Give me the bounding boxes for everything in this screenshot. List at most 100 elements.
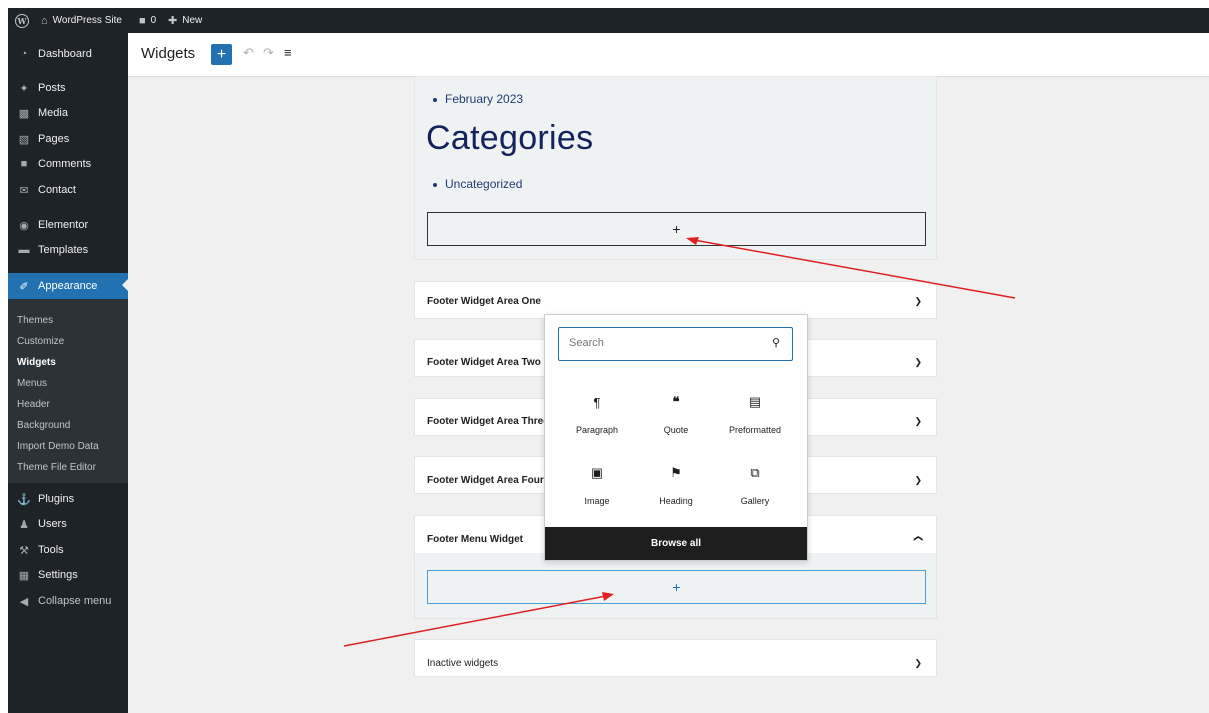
block-item-label: Gallery	[740, 496, 770, 506]
sidebar-item-label: Dashboard	[38, 48, 92, 60]
folder-icon: ▬	[18, 244, 30, 256]
sidebar-item-elementor[interactable]: ◉ Elementor	[8, 213, 128, 237]
pages-icon: ▧	[18, 133, 30, 146]
paragraph-icon: ¶	[593, 394, 601, 410]
sidebar-item-pages[interactable]: ▧ Pages	[8, 127, 128, 151]
widget-area-title: Footer Widget Area One	[427, 296, 541, 307]
submenu-item-background[interactable]: Background	[17, 420, 70, 431]
sidebar-item-label: Settings	[38, 569, 78, 581]
plus-icon: +	[216, 45, 227, 63]
sidebar-item-label: Plugins	[38, 493, 75, 505]
sidebar-item-label: Elementor	[38, 219, 89, 231]
sidebar-item-tools[interactable]: ⚒ Tools	[8, 538, 128, 562]
sidebar-item-label: Users	[38, 518, 67, 530]
block-search-input[interactable]	[569, 337, 749, 349]
collapse-menu-button[interactable]: ◀ Collapse menu	[8, 589, 128, 613]
admin-bar: W ⌂ WordPress Site ■ 0 ✚ New	[8, 8, 1209, 33]
category-list-item[interactable]: Uncategorized	[432, 177, 522, 191]
image-icon: ▣	[590, 465, 604, 480]
comments-link[interactable]: ■ 0	[139, 8, 156, 33]
submenu-item-menus[interactable]: Menus	[17, 378, 47, 389]
site-name-label: WordPress Site	[52, 15, 122, 26]
archive-list-item[interactable]: February 2023	[432, 92, 523, 106]
widget-area-inactive[interactable]: Inactive widgets ❯	[414, 639, 937, 677]
elementor-icon: ◉	[19, 219, 29, 232]
sidebar-item-label: Pages	[38, 133, 70, 145]
comment-bubble-icon: ■	[139, 14, 146, 27]
sidebar-item-label: Templates	[38, 244, 89, 256]
widget-area-title: Inactive widgets	[427, 658, 499, 669]
sidebar-item-label: Comments	[38, 158, 92, 170]
collapse-icon: ◀	[19, 595, 29, 608]
block-item-heading[interactable]: ⚑ Heading	[636, 464, 716, 506]
undo-icon[interactable]: ↶	[243, 45, 254, 61]
sidebar-item-label: Posts	[38, 82, 66, 94]
block-search-box[interactable]: ⚲	[558, 327, 793, 361]
add-block-button[interactable]: +	[427, 570, 926, 604]
block-item-quote[interactable]: ❝ Quote	[636, 393, 716, 435]
submenu-item-themes[interactable]: Themes	[17, 315, 53, 326]
sidebar-item-media[interactable]: ▩ Media	[8, 101, 128, 125]
categories-heading[interactable]: Categories	[426, 119, 593, 158]
widgets-header-toolbar: Widgets + ↶ ↷ ≡	[128, 33, 1209, 77]
appearance-submenu: Themes Customize Widgets Menus Header Ba…	[8, 299, 128, 483]
sidebar-item-dashboard[interactable]: ◔ Dashboard	[8, 42, 128, 66]
chevron-down-icon[interactable]: ❯	[914, 658, 922, 669]
list-view-icon[interactable]: ≡	[284, 45, 292, 60]
sidebar-item-comments[interactable]: ■ Comments	[8, 152, 128, 176]
widget-area-title: Footer Menu Widget	[427, 534, 524, 545]
block-item-image[interactable]: ▣ Image	[557, 464, 637, 506]
block-item-label: Preformatted	[728, 425, 782, 435]
sidebar-item-plugins[interactable]: ⚓ Plugins	[8, 487, 128, 511]
widget-area-title: Footer Widget Area Two	[427, 357, 541, 368]
sidebar-item-posts[interactable]: ✦ Posts	[8, 76, 128, 100]
redo-icon[interactable]: ↷	[263, 45, 274, 61]
new-label: New	[182, 15, 203, 26]
submenu-item-theme-file-editor[interactable]: Theme File Editor	[17, 462, 96, 473]
plus-icon: +	[672, 221, 681, 237]
submenu-item-widgets[interactable]: Widgets	[17, 357, 56, 368]
block-item-label: Heading	[659, 496, 693, 506]
block-item-gallery[interactable]: ⧉ Gallery	[715, 464, 795, 506]
pin-icon: ✦	[19, 82, 29, 95]
home-icon: ⌂	[41, 14, 48, 27]
sidebar-item-label: Media	[38, 107, 68, 119]
chevron-down-icon[interactable]: ❯	[914, 475, 922, 486]
chevron-down-icon[interactable]: ❯	[914, 296, 922, 307]
add-block-button[interactable]: +	[427, 212, 926, 246]
page-title: Widgets	[141, 45, 196, 62]
block-item-preformatted[interactable]: ▤ Preformatted	[715, 393, 795, 435]
submenu-item-import-demo-data[interactable]: Import Demo Data	[17, 441, 99, 452]
sidebar-item-users[interactable]: ♟ Users	[8, 512, 128, 536]
sidebar-item-templates[interactable]: ▬ Templates	[8, 238, 128, 262]
media-icon: ▩	[18, 107, 30, 120]
sidebar-item-label: Appearance	[38, 280, 98, 292]
wp-admin-window: W ⌂ WordPress Site ■ 0 ✚ New ◔ Dashboard…	[8, 8, 1209, 713]
plus-icon: +	[672, 579, 681, 595]
new-content-link[interactable]: ✚ New	[168, 8, 202, 33]
submenu-item-header[interactable]: Header	[17, 399, 50, 410]
sidebar-item-settings[interactable]: ▦ Settings	[8, 563, 128, 587]
block-item-label: Quote	[663, 425, 689, 435]
preformatted-icon: ▤	[748, 394, 762, 409]
block-item-label: Paragraph	[575, 425, 619, 435]
site-name-link[interactable]: ⌂ WordPress Site	[41, 8, 122, 33]
users-icon: ♟	[19, 518, 29, 531]
sidebar-item-contact[interactable]: ✉ Contact	[8, 178, 128, 202]
wordpress-logo-button[interactable]: W	[15, 8, 29, 33]
sidebar-item-label: Contact	[38, 184, 76, 196]
browse-all-button[interactable]: Browse all	[545, 527, 807, 560]
chevron-up-icon[interactable]: ❯	[913, 535, 924, 543]
chevron-down-icon[interactable]: ❯	[914, 416, 922, 427]
submenu-item-customize[interactable]: Customize	[17, 336, 64, 347]
search-icon: ⚲	[771, 337, 780, 349]
widget-area-title: Footer Widget Area Three	[427, 416, 549, 427]
chevron-down-icon[interactable]: ❯	[914, 357, 922, 368]
comment-icon: ■	[20, 158, 28, 170]
dashboard-icon: ◔	[20, 48, 28, 60]
wrench-icon: ⚒	[19, 544, 29, 557]
quote-icon: ❝	[672, 394, 680, 409]
sidebar-item-appearance[interactable]: ✐ Appearance	[8, 273, 128, 299]
block-item-paragraph[interactable]: ¶ Paragraph	[557, 393, 637, 436]
block-inserter-toggle-button[interactable]: +	[211, 44, 232, 65]
